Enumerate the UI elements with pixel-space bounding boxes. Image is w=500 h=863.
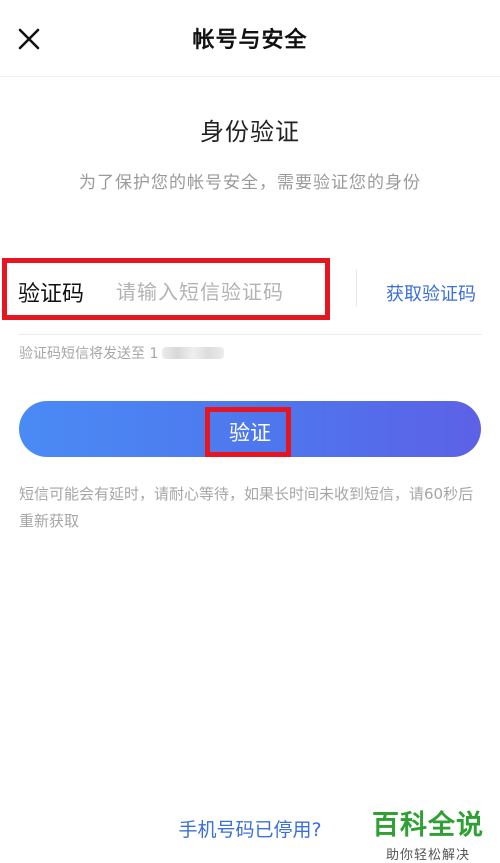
- app-header: 帐号与安全: [0, 0, 500, 77]
- verification-title: 身份验证: [200, 118, 300, 146]
- sms-delay-note: 短信可能会有延时，请耐心等待，如果长时间未收到短信，请60秒后重新获取: [19, 485, 474, 530]
- verify-button-label: 验证: [229, 421, 271, 445]
- verification-code-input[interactable]: [116, 272, 326, 312]
- masked-phone-number: [162, 347, 225, 359]
- watermark-sub-text: 助你轻松解决: [385, 848, 470, 863]
- code-field-label: 验证码: [18, 282, 85, 307]
- watermark-main-text: 百科全说: [372, 810, 484, 841]
- get-code-button[interactable]: 获取验证码: [386, 280, 476, 306]
- watermark-logo: 百科全说 助你轻松解决: [372, 803, 484, 863]
- sms-sent-text: 验证码短信将发送至 1: [19, 346, 159, 362]
- sms-sent-note: 验证码短信将发送至 1: [19, 343, 225, 363]
- page-title: 帐号与安全: [192, 28, 308, 53]
- verification-description: 为了保护您的帐号安全，需要验证您的身份: [79, 173, 421, 193]
- field-divider: [356, 270, 357, 306]
- verification-code-row: 验证码 获取验证码: [2, 252, 482, 335]
- verify-button[interactable]: 验证: [19, 401, 481, 457]
